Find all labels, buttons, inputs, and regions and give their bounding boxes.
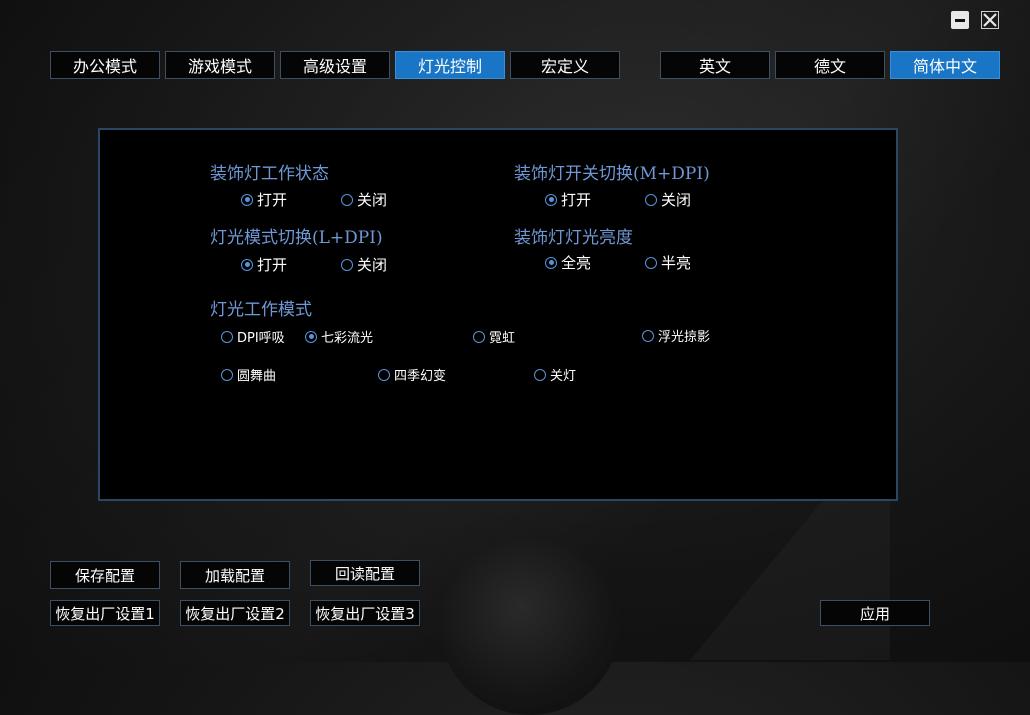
deco-brightness-title: 装饰灯灯光亮度 (514, 228, 633, 248)
minimize-button[interactable] (951, 11, 969, 29)
light-control-panel: 装饰灯工作状态 打开 关闭 装饰灯开关切换(M+DPI) 打开 关闭 灯光模式切… (98, 128, 898, 501)
radio-label: 关闭 (357, 191, 388, 209)
restore-factory-1-button[interactable]: 恢复出厂设置1 (50, 600, 160, 626)
lang-german[interactable]: 德文 (775, 51, 885, 79)
work-mode-four-seasons[interactable]: 四季幻变 (378, 365, 446, 384)
radio-label: 四季幻变 (394, 369, 447, 384)
close-icon (981, 11, 999, 29)
work-mode-neon[interactable]: 霓虹 (473, 327, 515, 346)
close-button[interactable] (981, 11, 999, 29)
radio-checked-icon (305, 330, 317, 343)
lang-simplified-chinese[interactable]: 简体中文 (890, 51, 1000, 79)
radio-unchecked-icon (642, 329, 654, 342)
tab-office-mode[interactable]: 办公模式 (50, 51, 160, 79)
radio-label: 圆舞曲 (237, 369, 277, 384)
tab-advanced-settings[interactable]: 高级设置 (280, 51, 390, 79)
restore-factory-3-button[interactable]: 恢复出厂设置3 (310, 600, 420, 626)
radio-label: 全亮 (561, 254, 592, 272)
readback-config-button[interactable]: 回读配置 (310, 560, 420, 586)
radio-label: 霓虹 (489, 331, 516, 346)
radio-label: 七彩流光 (321, 331, 374, 346)
deco-light-state-title: 装饰灯工作状态 (210, 164, 329, 184)
light-mode-switch-off[interactable]: 关闭 (341, 254, 387, 275)
radio-label: 关闭 (357, 256, 388, 274)
radio-unchecked-icon (341, 258, 353, 271)
deco-brightness-full[interactable]: 全亮 (545, 252, 591, 273)
radio-label: 打开 (561, 191, 592, 209)
deco-light-switch-title: 装饰灯开关切换(M+DPI) (514, 164, 710, 184)
apply-button[interactable]: 应用 (820, 600, 930, 626)
minimize-icon (955, 18, 965, 22)
radio-unchecked-icon (341, 193, 353, 206)
load-config-button[interactable]: 加载配置 (180, 561, 290, 589)
radio-label: 打开 (257, 256, 288, 274)
work-mode-light-off[interactable]: 关灯 (534, 365, 576, 384)
radio-checked-icon (545, 256, 557, 269)
radio-unchecked-icon (473, 330, 485, 343)
work-mode-waltz[interactable]: 圆舞曲 (221, 365, 276, 384)
restore-factory-2-button[interactable]: 恢复出厂设置2 (180, 600, 290, 626)
radio-label: 半亮 (661, 254, 692, 272)
save-config-button[interactable]: 保存配置 (50, 561, 160, 589)
work-mode-colorful-flow[interactable]: 七彩流光 (305, 327, 373, 346)
light-mode-switch-on[interactable]: 打开 (241, 254, 287, 275)
lang-english[interactable]: 英文 (660, 51, 770, 79)
radio-label: 关闭 (661, 191, 692, 209)
radio-label: DPI呼吸 (237, 331, 285, 346)
radio-unchecked-icon (645, 256, 657, 269)
deco-light-switch-on[interactable]: 打开 (545, 189, 591, 210)
deco-light-state-on[interactable]: 打开 (241, 189, 287, 210)
tab-light-control[interactable]: 灯光控制 (395, 51, 505, 79)
radio-unchecked-icon (221, 330, 233, 343)
radio-label: 打开 (257, 191, 288, 209)
radio-unchecked-icon (645, 193, 657, 206)
work-mode-dpi-breathing[interactable]: DPI呼吸 (221, 327, 285, 346)
work-mode-floating-light[interactable]: 浮光掠影 (642, 326, 710, 345)
radio-label: 浮光掠影 (658, 330, 711, 345)
deco-light-state-off[interactable]: 关闭 (341, 189, 387, 210)
radio-checked-icon (241, 258, 253, 271)
background-mouse-shape (440, 535, 620, 715)
light-work-mode-title: 灯光工作模式 (210, 300, 312, 320)
radio-unchecked-icon (534, 368, 546, 381)
light-mode-switch-title: 灯光模式切换(L+DPI) (210, 228, 383, 248)
deco-brightness-half[interactable]: 半亮 (645, 252, 691, 273)
tab-game-mode[interactable]: 游戏模式 (165, 51, 275, 79)
radio-checked-icon (545, 193, 557, 206)
radio-unchecked-icon (221, 368, 233, 381)
deco-light-switch-off[interactable]: 关闭 (645, 189, 691, 210)
radio-unchecked-icon (378, 368, 390, 381)
tab-macro[interactable]: 宏定义 (510, 51, 620, 79)
radio-checked-icon (241, 193, 253, 206)
radio-label: 关灯 (550, 369, 577, 384)
